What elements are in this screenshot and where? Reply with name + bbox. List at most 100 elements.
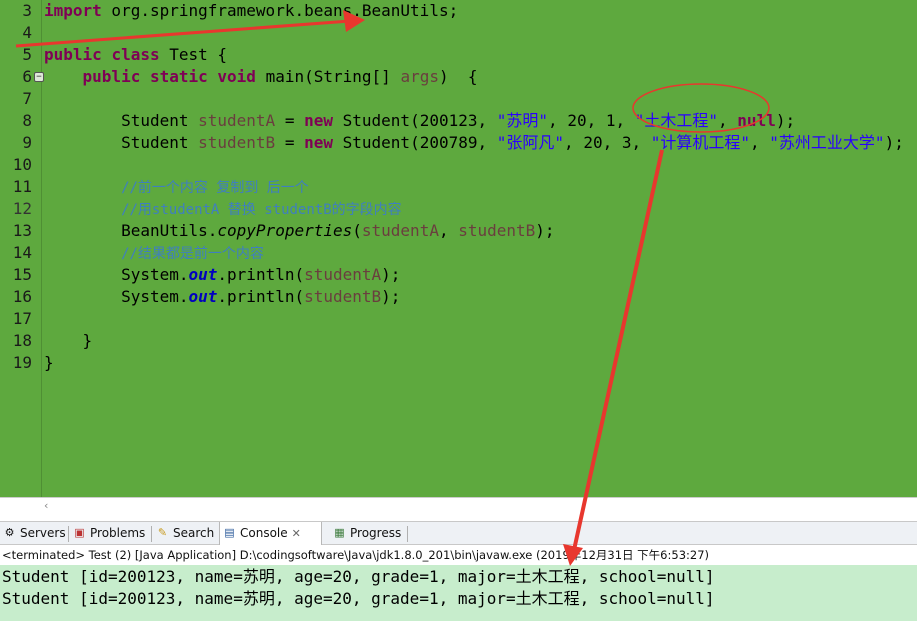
close-icon[interactable]: ✕ xyxy=(292,527,301,540)
punctuation: ); xyxy=(775,111,796,130)
code-line-close-brace: } xyxy=(44,353,54,372)
punctuation: ); xyxy=(381,265,401,284)
scroll-left-icon[interactable]: ‹ xyxy=(44,499,48,512)
variable: studentB xyxy=(304,287,382,306)
line-number: 3 xyxy=(22,1,32,20)
console-icon: ▤ xyxy=(224,526,235,539)
variable: studentB xyxy=(458,221,536,240)
tab-search[interactable]: ✎ Search xyxy=(153,522,214,545)
line-number: 5 xyxy=(22,45,32,64)
console-output-line: Student [id=200123, name=苏明, age=20, gra… xyxy=(2,567,715,586)
punctuation: , xyxy=(438,221,459,240)
class-ref: System. xyxy=(121,265,189,284)
type-name: Student xyxy=(121,133,199,152)
tab-label: Progress xyxy=(350,526,402,540)
horizontal-scrollbar[interactable]: ‹ xyxy=(0,497,917,515)
tab-console[interactable]: ▤ Console ✕ xyxy=(219,522,322,545)
tab-label: Servers xyxy=(20,526,66,540)
tab-progress[interactable]: ▦ Progress xyxy=(330,522,401,545)
method-signature: main(String[] xyxy=(255,67,401,86)
keyword: void xyxy=(217,67,256,86)
variable: studentA xyxy=(304,265,382,284)
string-literal: "土木工程" xyxy=(634,111,719,130)
console-output[interactable]: Student [id=200123, name=苏明, age=20, gra… xyxy=(0,565,917,621)
constructor: Student(200789, xyxy=(333,133,497,152)
line-number: 10 xyxy=(12,155,32,174)
code-line-copy: BeanUtils.copyProperties(studentA, stude… xyxy=(44,220,555,242)
method-call: copyProperties xyxy=(217,221,353,240)
method-call: .println( xyxy=(217,265,305,284)
line-number: 13 xyxy=(12,221,32,240)
line-number: 17 xyxy=(12,309,32,328)
line-number: 19 xyxy=(12,353,32,372)
class-ref: BeanUtils. xyxy=(121,221,218,240)
code-line-main: public static void main(String[] args) { xyxy=(44,66,478,88)
type-name: Student xyxy=(121,111,199,130)
keyword: new xyxy=(304,133,333,152)
punctuation: ); xyxy=(535,221,555,240)
comment: //前一个内容 复制到 后一个 xyxy=(121,180,309,196)
view-tab-bar: ⚙ Servers ▣ Problems ✎ Search ▤ Console ✕ ▦ Pr… xyxy=(0,521,917,545)
line-number: 11 xyxy=(12,177,32,196)
keyword: public xyxy=(82,67,141,86)
punctuation: ) { xyxy=(438,67,478,86)
line-number: 14 xyxy=(12,243,32,262)
console-status-line: <terminated> Test (2) [Java Application]… xyxy=(0,545,917,565)
keyword: import xyxy=(44,1,102,20)
punctuation: , xyxy=(718,111,738,130)
code-line-comment: //用studentA 替换 studentB的字段内容 xyxy=(44,198,402,220)
keyword: class xyxy=(111,45,160,64)
servers-icon: ⚙ xyxy=(4,526,15,539)
code-line-student-b: Student studentB = new Student(200789, "… xyxy=(44,132,904,154)
punctuation: ); xyxy=(381,287,401,306)
code-line-class: public class Test { xyxy=(44,44,227,66)
keyword: null xyxy=(737,111,776,130)
static-field: out xyxy=(188,265,218,284)
constructor: Student(200123, xyxy=(333,111,497,130)
line-number-current: 12 xyxy=(12,199,32,218)
progress-icon: ▦ xyxy=(334,526,345,539)
code-line-println: System.out.println(studentB); xyxy=(44,286,400,308)
code-line-println: System.out.println(studentA); xyxy=(44,264,400,286)
tab-servers[interactable]: ⚙ Servers xyxy=(0,522,66,545)
line-number: 7 xyxy=(22,89,32,108)
line-number: 4 xyxy=(22,23,32,42)
code-editor[interactable]: 3 4 5 6 − 7 8 9 10 11 12 13 14 15 16 17 … xyxy=(0,0,917,497)
tab-divider xyxy=(151,526,152,542)
problems-icon: ▣ xyxy=(74,526,85,539)
string-literal: "苏明" xyxy=(496,111,549,130)
keyword: new xyxy=(304,111,333,130)
keyword: static xyxy=(149,67,208,86)
operator: = xyxy=(275,111,305,130)
class-ref: System. xyxy=(121,287,189,306)
static-field: out xyxy=(188,287,218,306)
line-number-ruler: 3 4 5 6 − 7 8 9 10 11 12 13 14 15 16 17 … xyxy=(12,0,44,497)
tab-label: Search xyxy=(173,526,215,540)
tab-divider xyxy=(68,526,69,542)
method-call: .println( xyxy=(217,287,305,306)
line-number: 15 xyxy=(12,265,32,284)
code-line-student-a: Student studentA = new Student(200123, "… xyxy=(44,110,795,132)
tab-label: Problems xyxy=(90,526,146,540)
punctuation: ); xyxy=(884,133,904,152)
keyword: public xyxy=(44,45,102,64)
code-line-comment: //前一个内容 复制到 后一个 xyxy=(44,176,309,198)
arguments: , 20, 1, xyxy=(548,111,635,130)
code-line-close-brace: } xyxy=(44,331,93,350)
tab-label: Console xyxy=(240,526,288,540)
tab-problems[interactable]: ▣ Problems xyxy=(70,522,145,545)
string-literal: "计算机工程" xyxy=(650,133,751,152)
variable: studentB xyxy=(198,133,276,152)
code-line-import: import org.springframework.beans.BeanUti… xyxy=(44,0,458,22)
fold-toggle-icon[interactable]: − xyxy=(34,72,44,82)
string-literal: "张阿凡" xyxy=(496,133,565,152)
editor-left-margin xyxy=(0,0,12,497)
code-line-comment: //结果都是前一个内容 xyxy=(44,242,264,264)
